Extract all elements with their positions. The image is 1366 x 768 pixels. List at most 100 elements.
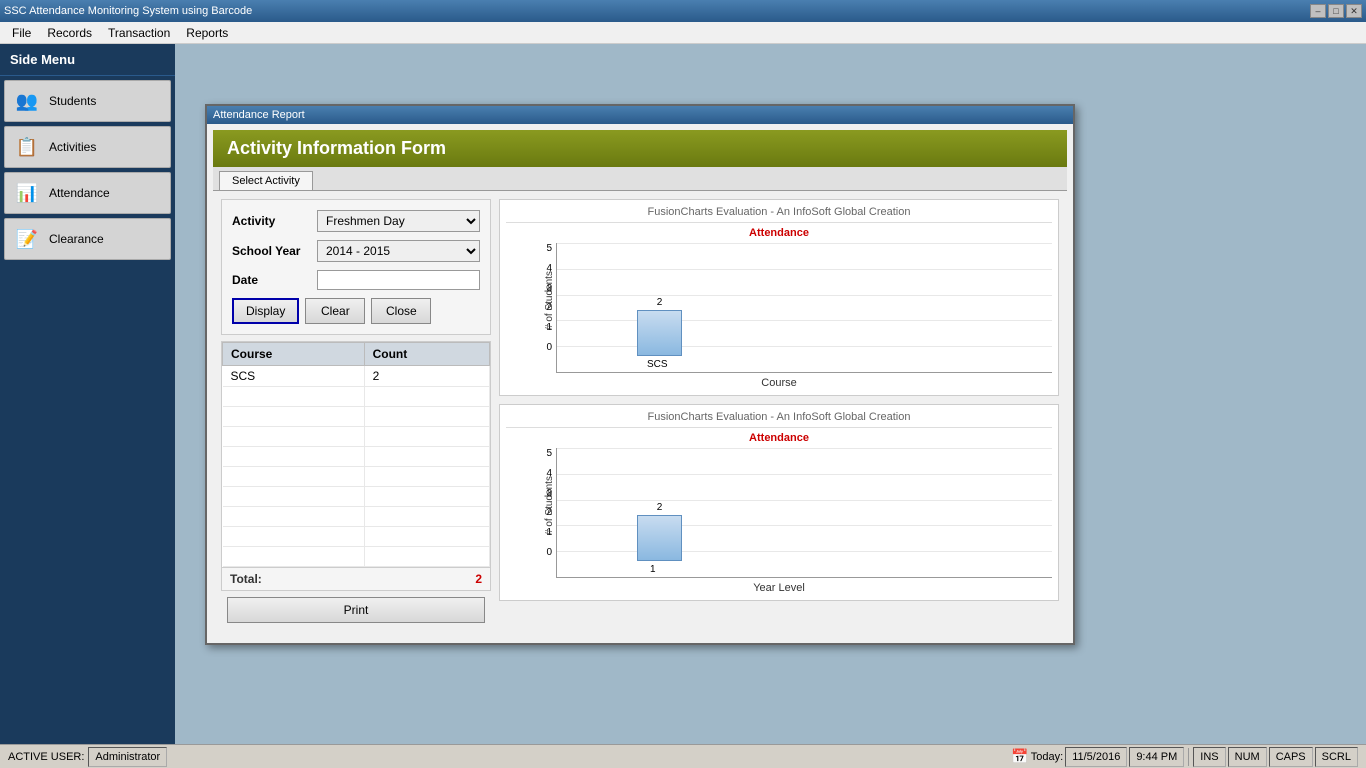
num-indicator: NUM — [1228, 747, 1267, 767]
window-controls[interactable]: – □ ✕ — [1310, 4, 1362, 18]
empty-cell — [364, 467, 489, 487]
status-bar: ACTIVE USER: Administrator 📅 Today: 11/5… — [0, 744, 1366, 768]
cell-course: SCS — [223, 366, 365, 387]
form-charts-container: Activity Freshmen Day Orientation Sports… — [213, 191, 1067, 637]
sidebar-item-clearance-label: Clearance — [49, 232, 104, 246]
total-value: 2 — [475, 572, 482, 586]
col-count: Count — [364, 343, 489, 366]
table-row — [223, 467, 490, 487]
empty-cell — [364, 427, 489, 447]
table-header-row: Course Count — [223, 343, 490, 366]
tab-select-activity[interactable]: Select Activity — [219, 171, 313, 190]
menu-reports[interactable]: Reports — [178, 24, 236, 42]
chart1-bar-value: 2 — [657, 297, 663, 308]
sidebar-title: Side Menu — [0, 44, 175, 76]
display-button[interactable]: Display — [232, 298, 299, 324]
chart1-bar-xlabel: SCS — [647, 359, 668, 370]
report-window-body: Activity Information Form Select Activit… — [207, 124, 1073, 643]
col-course: Course — [223, 343, 365, 366]
chart2-fusion-header: FusionCharts Evaluation - An InfoSoft Gl… — [506, 411, 1052, 428]
caps-indicator: CAPS — [1269, 747, 1313, 767]
form-panel: Activity Freshmen Day Orientation Sports… — [221, 199, 491, 629]
school-year-control[interactable]: 2014 - 2015 2015 - 2016 2016 - 2017 — [317, 240, 480, 262]
empty-cell — [364, 527, 489, 547]
date-field-row: Date 3/16/2014 — [232, 270, 480, 290]
chart2-bar-xlabel: 1 — [650, 564, 656, 575]
print-btn-container: Print — [221, 591, 491, 629]
status-left: ACTIVE USER: Administrator — [8, 747, 1011, 767]
table-row — [223, 427, 490, 447]
content-area: Attendance Report Activity Information F… — [175, 44, 1366, 744]
empty-cell — [223, 447, 365, 467]
empty-cell — [223, 407, 365, 427]
chart2-bar — [637, 515, 682, 561]
sidebar-item-attendance[interactable]: 📊 Attendance — [4, 172, 171, 214]
empty-cell — [364, 387, 489, 407]
today-icon: 📅 — [1011, 748, 1028, 765]
grid-line — [557, 346, 1052, 347]
date-label: Date — [232, 273, 317, 287]
sidebar-item-attendance-label: Attendance — [49, 186, 110, 200]
school-year-label: School Year — [232, 244, 317, 258]
y-tick: 0 — [546, 547, 552, 558]
minimize-button[interactable]: – — [1310, 4, 1326, 18]
close-button[interactable]: ✕ — [1346, 4, 1362, 18]
chart1-bar — [637, 310, 682, 356]
time-value: 9:44 PM — [1129, 747, 1184, 767]
menu-bar: File Records Transaction Reports — [0, 22, 1366, 44]
data-table: Course Count SCS 2 — [222, 342, 490, 567]
print-button[interactable]: Print — [227, 597, 485, 623]
active-user-value: Administrator — [88, 747, 167, 767]
activity-label: Activity — [232, 214, 317, 228]
y-tick: 5 — [546, 243, 552, 254]
table-row: SCS 2 — [223, 366, 490, 387]
activities-icon: 📋 — [13, 133, 41, 161]
form-fields: Activity Freshmen Day Orientation Sports… — [221, 199, 491, 335]
menu-file[interactable]: File — [4, 24, 39, 42]
total-label: Total: — [230, 572, 262, 586]
date-input[interactable]: 3/16/2014 — [317, 270, 480, 290]
empty-cell — [223, 387, 365, 407]
chart2-title: Attendance — [506, 432, 1052, 444]
menu-transaction[interactable]: Transaction — [100, 24, 178, 42]
table-row — [223, 487, 490, 507]
school-year-select[interactable]: 2014 - 2015 2015 - 2016 2016 - 2017 — [317, 240, 480, 262]
empty-cell — [223, 507, 365, 527]
empty-cell — [364, 507, 489, 527]
empty-cell — [223, 547, 365, 567]
chart1-plot-area: 2 SCS — [556, 243, 1052, 373]
grid-line — [557, 474, 1052, 475]
table-row — [223, 507, 490, 527]
sidebar-item-activities[interactable]: 📋 Activities — [4, 126, 171, 168]
table-row — [223, 527, 490, 547]
activity-control[interactable]: Freshmen Day Orientation Sports Fest — [317, 210, 480, 232]
ins-indicator: INS — [1193, 747, 1225, 767]
chart1-y-label: # of Students — [544, 271, 555, 330]
active-user-label: ACTIVE USER: — [8, 751, 84, 763]
chart2-box: FusionCharts Evaluation - An InfoSoft Gl… — [499, 404, 1059, 601]
data-table-container: Course Count SCS 2 — [221, 341, 491, 591]
empty-cell — [223, 527, 365, 547]
empty-cell — [364, 547, 489, 567]
clearance-icon: 📝 — [13, 225, 41, 253]
close-button[interactable]: Close — [371, 298, 431, 324]
chart2-x-label: Year Level — [506, 582, 1052, 594]
date-control[interactable]: 3/16/2014 — [317, 270, 480, 290]
chart2-bar-group: 2 — [637, 502, 682, 561]
sidebar: Side Menu 👥 Students 📋 Activities 📊 Atte… — [0, 44, 175, 744]
table-row — [223, 447, 490, 467]
maximize-button[interactable]: □ — [1328, 4, 1344, 18]
table-row — [223, 387, 490, 407]
app-title: SSC Attendance Monitoring System using B… — [4, 5, 252, 17]
menu-records[interactable]: Records — [39, 24, 100, 42]
clear-button[interactable]: Clear — [305, 298, 365, 324]
sidebar-item-clearance[interactable]: 📝 Clearance — [4, 218, 171, 260]
y-tick: 0 — [546, 342, 552, 353]
y-tick: 5 — [546, 448, 552, 459]
activity-select[interactable]: Freshmen Day Orientation Sports Fest — [317, 210, 480, 232]
today-label: Today: — [1031, 751, 1063, 763]
chart1-x-label: Course — [506, 377, 1052, 389]
sidebar-item-students[interactable]: 👥 Students — [4, 80, 171, 122]
title-bar: SSC Attendance Monitoring System using B… — [0, 0, 1366, 22]
chart1-bar-group: 2 — [637, 297, 682, 356]
